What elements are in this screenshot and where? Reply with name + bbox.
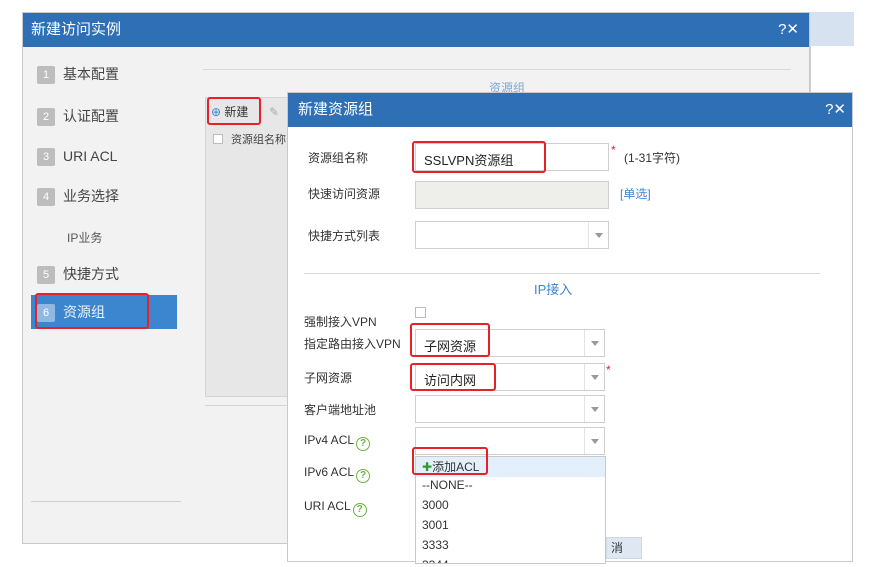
outer-dialog-controls[interactable]: ?✕ — [778, 13, 799, 47]
quick-access-input — [415, 181, 609, 209]
substep-ip-service[interactable]: IP业务 — [67, 229, 102, 246]
required-mark: * — [611, 143, 616, 157]
client-pool-label: 客户端地址池 — [304, 403, 377, 417]
question-circle-icon[interactable]: ? — [352, 503, 367, 517]
step-service-select[interactable]: 4 业务选择 — [31, 179, 177, 213]
step-auth-config[interactable]: 2 认证配置 — [31, 99, 177, 133]
step-label: 业务选择 — [63, 188, 119, 204]
required-mark: * — [606, 363, 611, 377]
chevron-down-icon — [584, 396, 604, 422]
highlight-box — [412, 141, 546, 173]
chevron-down-icon — [584, 428, 604, 454]
step-number: 2 — [37, 108, 55, 126]
single-select-link[interactable]: [单选] — [620, 185, 651, 202]
divider — [31, 501, 181, 502]
force-vpn-checkbox[interactable] — [415, 307, 426, 318]
quick-access-label: 快速访问资源 — [308, 187, 381, 201]
step-shortcut[interactable]: 5 快捷方式 — [31, 257, 177, 291]
column-header-label: 资源组名称 — [231, 134, 286, 146]
chevron-down-icon — [584, 330, 604, 356]
step-label: 认证配置 — [63, 108, 119, 124]
select-all-checkbox[interactable] — [213, 134, 223, 144]
client-pool-select[interactable] — [415, 395, 605, 423]
highlight-box — [35, 293, 149, 329]
ipv4-acl-label: IPv4 ACL? — [304, 433, 371, 451]
subnet-label: 子网资源 — [304, 371, 353, 385]
ipv6-acl-text: IPv6 ACL — [304, 465, 355, 479]
ipv4-acl-text: IPv4 ACL — [304, 433, 355, 447]
highlight-box — [410, 363, 496, 391]
dialog-controls[interactable]: ?✕ — [825, 93, 846, 127]
step-number: 1 — [37, 66, 55, 84]
question-circle-icon[interactable]: ? — [356, 469, 371, 483]
route-vpn-label: 指定路由接入VPN — [304, 337, 401, 351]
name-hint: (1-31字符) — [624, 151, 681, 165]
step-label: URI ACL — [63, 148, 118, 164]
uri-acl-label: URI ACL? — [304, 499, 367, 517]
dropdown-option[interactable]: 3001 — [416, 515, 605, 535]
question-circle-icon[interactable]: ? — [356, 437, 371, 451]
section-title: IP接入 — [534, 282, 573, 297]
highlight-box — [410, 323, 490, 357]
chevron-down-icon — [588, 222, 608, 248]
step-number: 5 — [37, 266, 55, 284]
column-header: 资源组名称 — [213, 131, 286, 147]
shortcut-list-select[interactable] — [415, 221, 609, 249]
dropdown-option[interactable]: 3344 — [416, 555, 605, 563]
cancel-button[interactable]: 消 — [606, 537, 642, 559]
dialog-title: 新建资源组 — [288, 93, 852, 127]
step-number: 3 — [37, 148, 55, 166]
step-label: 快捷方式 — [63, 266, 119, 282]
shortcut-list-label: 快捷方式列表 — [308, 229, 381, 243]
divider — [203, 69, 791, 70]
outer-dialog-title: 新建访问实例 — [23, 13, 809, 47]
step-label: 基本配置 — [63, 66, 119, 82]
force-vpn-label: 强制接入VPN — [304, 315, 377, 329]
dropdown-option[interactable]: 3000 — [416, 495, 605, 515]
highlight-box — [412, 447, 488, 475]
highlight-box — [207, 97, 261, 125]
uri-acl-text: URI ACL — [304, 499, 351, 513]
background-window-titlebar — [810, 12, 854, 46]
dropdown-option[interactable]: 3333 — [416, 535, 605, 555]
dropdown-option[interactable]: --NONE-- — [416, 475, 605, 495]
chevron-down-icon — [584, 364, 604, 390]
new-resource-group-dialog: 新建资源组 ?✕ 资源组名称 SSLVPN资源组 * (1-31字符) 快速访问… — [287, 92, 853, 564]
step-basic-config[interactable]: 1 基本配置 — [31, 57, 177, 91]
step-number: 4 — [37, 188, 55, 206]
ipv6-acl-label: IPv6 ACL? — [304, 465, 371, 483]
pencil-icon[interactable]: ✎ — [269, 105, 279, 119]
step-uri-acl[interactable]: 3 URI ACL — [31, 139, 177, 173]
divider — [304, 273, 820, 274]
name-label: 资源组名称 — [308, 151, 369, 165]
